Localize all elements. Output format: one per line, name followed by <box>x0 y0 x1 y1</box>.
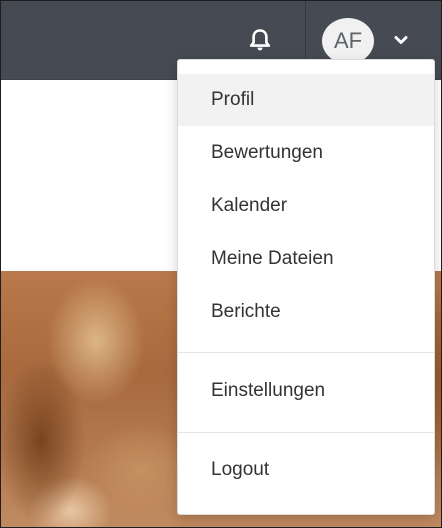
menu-item-berichte[interactable]: Berichte <box>178 286 434 338</box>
menu-divider <box>178 432 434 433</box>
user-dropdown-menu: Profil Bewertungen Kalender Meine Dateie… <box>177 59 435 515</box>
menu-item-kalender[interactable]: Kalender <box>178 180 434 232</box>
menu-divider <box>178 352 434 353</box>
bell-icon[interactable] <box>249 28 271 52</box>
app-window: AF Profil Bewertungen Kalender Meine Dat… <box>0 0 442 528</box>
menu-item-bewertungen[interactable]: Bewertungen <box>178 127 434 179</box>
user-avatar[interactable]: AF <box>322 18 374 64</box>
menu-item-logout[interactable]: Logout <box>178 444 434 496</box>
menu-item-einstellungen[interactable]: Einstellungen <box>178 365 434 417</box>
menu-item-profil[interactable]: Profil <box>178 74 434 126</box>
chevron-down-icon[interactable] <box>394 35 408 45</box>
menu-item-meine-dateien[interactable]: Meine Dateien <box>178 233 434 285</box>
